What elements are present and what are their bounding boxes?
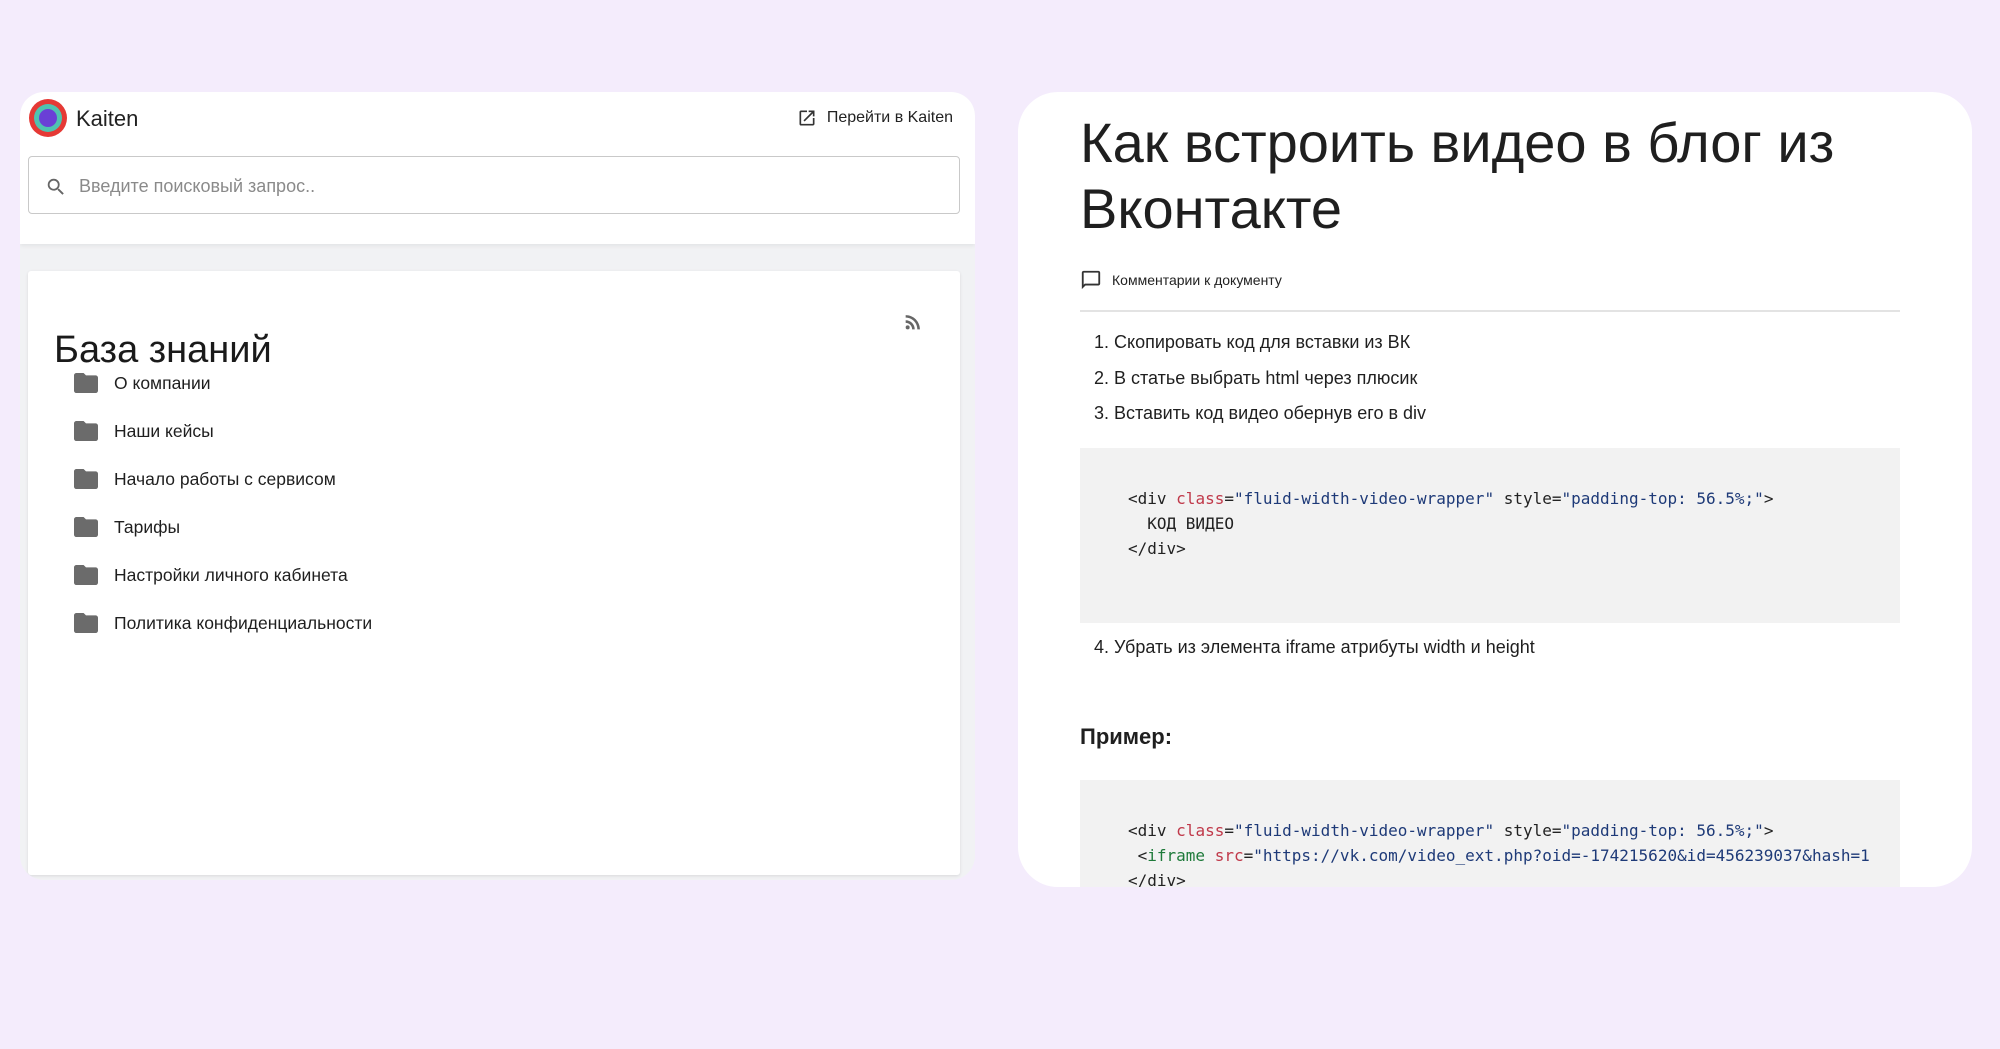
code-line: </div>	[1128, 539, 1186, 558]
code-line: КОД ВИДЕО	[1128, 514, 1234, 533]
kb-folder-label: Политика конфиденциальности	[114, 612, 373, 633]
folder-icon	[74, 517, 98, 537]
kb-folder-label: Наши кейсы	[114, 420, 214, 441]
article-title: Как встроить видео в блог из Вконтакте	[1080, 111, 1835, 240]
comments-label: Комментарии к документу	[1112, 272, 1282, 288]
divider	[1080, 310, 1900, 312]
code-line: <div class="fluid-width-video-wrapper" s…	[1128, 821, 1774, 840]
example-heading: Пример:	[1080, 724, 1173, 749]
open-external-icon	[799, 110, 815, 126]
step-item: 3. Вставить код видео обернув его в div	[1094, 403, 1427, 423]
step-item: 2. В статье выбрать html через плюсик	[1094, 367, 1418, 388]
folder-icon	[74, 373, 98, 393]
kb-folder-label: О компании	[114, 372, 211, 393]
step-item: 1. Скопировать код для вставки из ВК	[1094, 332, 1411, 352]
kb-header: Kaiten Перейти в Kaiten	[20, 92, 975, 244]
search-box[interactable]	[28, 156, 960, 215]
step-item: 4. Убрать из элемента iframe атрибуты wi…	[1094, 637, 1535, 657]
app-name: Kaiten	[76, 106, 139, 131]
code-block-example: <div class="fluid-width-video-wrapper" s…	[1080, 780, 1900, 887]
comments-link[interactable]: Комментарии к документу	[1080, 269, 1282, 291]
kb-folder-label: Начало работы с сервисом	[114, 468, 336, 489]
search-input[interactable]	[77, 157, 941, 215]
folder-icon	[74, 565, 98, 585]
kb-folder-label: Настройки личного кабинета	[114, 564, 348, 585]
kb-folder-list: О компании Наши кейсы Начало работы с се…	[74, 359, 372, 647]
comment-icon	[1081, 270, 1101, 290]
kb-folder-label: Тарифы	[114, 516, 181, 537]
article-panel: Как встроить видео в блог из Вконтакте К…	[1018, 92, 1972, 887]
rss-icon[interactable]	[902, 311, 924, 333]
folder-icon	[74, 469, 98, 489]
folder-icon	[74, 421, 98, 441]
code-line: <iframe src="https://vk.com/video_ext.ph…	[1128, 846, 1870, 865]
steps-list: 1. Скопировать код для вставки из ВК 2. …	[1080, 325, 1900, 432]
code-block-wrapper: <div class="fluid-width-video-wrapper" s…	[1080, 448, 1900, 623]
kb-folder-item[interactable]: Начало работы с сервисом	[74, 455, 372, 503]
goto-kaiten-link[interactable]: Перейти в Kaiten	[797, 108, 953, 128]
kaiten-logo[interactable]	[28, 98, 68, 138]
goto-kaiten-label: Перейти в Kaiten	[826, 109, 953, 126]
kb-folder-item[interactable]: Политика конфиденциальности	[74, 599, 372, 647]
search-icon	[47, 178, 64, 195]
folder-icon	[74, 613, 98, 633]
kb-folder-item[interactable]: Настройки личного кабинета	[74, 551, 372, 599]
kb-folder-item[interactable]: Наши кейсы	[74, 407, 372, 455]
kb-card: База знаний О компании Наши кейсы Начало…	[28, 271, 960, 875]
kb-folder-item[interactable]: Тарифы	[74, 503, 372, 551]
code-line: <div class="fluid-width-video-wrapper" s…	[1128, 489, 1774, 508]
code-line: </div>	[1128, 871, 1186, 887]
knowledge-base-panel: Kaiten Перейти в Kaiten База знаний О ко…	[20, 92, 975, 880]
kb-folder-item[interactable]: О компании	[74, 359, 372, 407]
